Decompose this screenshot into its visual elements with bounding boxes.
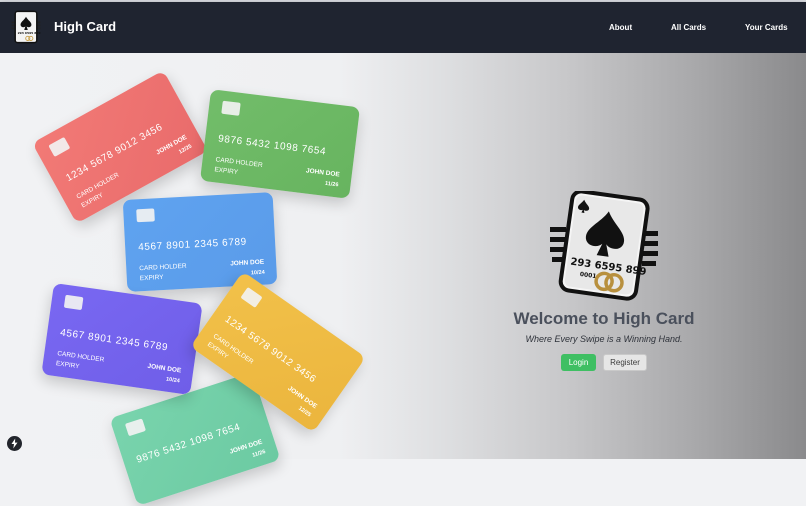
brand-title[interactable]: High Card — [54, 19, 116, 34]
svg-text:293 6595 899: 293 6595 899 — [18, 31, 41, 35]
credit-card-purple: 4567 8901 2345 6789 CARD HOLDER EXPIRY J… — [41, 283, 203, 395]
card-holder-name: JOHN DOE — [147, 362, 182, 375]
card-number: 9876 5432 1098 7654 — [217, 133, 327, 158]
card-expiry-date: 11/26 — [324, 180, 339, 189]
card-expiry-label: EXPIRY — [213, 166, 239, 177]
hero-tagline: Where Every Swipe is a Winning Hand. — [525, 334, 683, 344]
floating-action-button[interactable] — [7, 436, 22, 451]
navbar: 293 6595 899 High Card About All Cards Y… — [0, 2, 806, 53]
card-expiry-date: 10/24 — [165, 376, 181, 385]
card-chip-icon — [221, 100, 241, 116]
nav-link-about[interactable]: About — [609, 23, 632, 32]
card-number: 4567 8901 2345 6789 — [59, 327, 169, 354]
card-holder-label: CARD HOLDER — [139, 262, 187, 273]
login-button[interactable]: Login — [561, 354, 596, 371]
card-expiry-label: EXPIRY — [55, 360, 80, 371]
card-expiry-date: 10/24 — [250, 269, 265, 277]
card-chip-icon — [240, 286, 263, 308]
nav-link-your-cards[interactable]: Your Cards — [745, 23, 788, 32]
lightning-bolt-icon — [11, 438, 18, 449]
card-expiry-date: 12/25 — [178, 143, 194, 156]
credit-card-green: 9876 5432 1098 7654 CARD HOLDER EXPIRY J… — [199, 89, 361, 199]
card-chip-icon — [136, 208, 155, 223]
welcome-heading: Welcome to High Card — [513, 309, 695, 328]
card-number: 4567 8901 2345 6789 — [137, 236, 248, 254]
card-chip-icon — [63, 294, 84, 311]
card-chip-icon — [124, 418, 147, 437]
register-button[interactable]: Register — [603, 354, 647, 371]
card-holder-name: JOHN DOE — [305, 167, 341, 179]
card-expiry-label: EXPIRY — [139, 273, 164, 283]
card-expiry-date: 11/26 — [251, 449, 267, 459]
nav-link-all-cards[interactable]: All Cards — [671, 23, 706, 32]
credit-card-blue: 4567 8901 2345 6789 CARD HOLDER EXPIRY J… — [122, 192, 278, 292]
card-chip-icon — [48, 136, 71, 157]
brand-logo-icon[interactable]: 293 6595 899 — [11, 10, 41, 44]
hero-spade-card-logo-icon: 293 6595 899 0001 — [550, 191, 658, 301]
card-holder-name: JOHN DOE — [230, 258, 265, 268]
main-hero-area: 9876 5432 1098 7654 JOHN DOE 11/26 1234 … — [0, 53, 806, 506]
card-number: 9876 5432 1098 7654 — [135, 421, 242, 466]
